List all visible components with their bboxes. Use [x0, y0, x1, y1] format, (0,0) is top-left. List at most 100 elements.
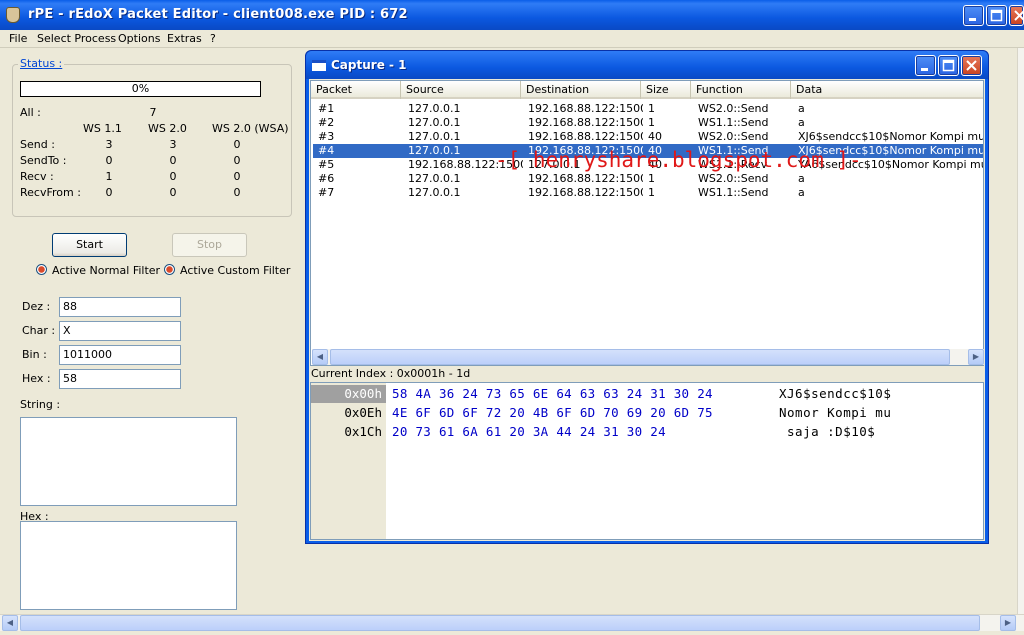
col-ws11: WS 1.1 — [83, 122, 122, 135]
main-scroll-thumb[interactable] — [20, 615, 980, 631]
hex-view[interactable]: 0x00h 58 4A 36 24 73 65 6E 64 63 63 24 31… — [310, 382, 984, 540]
send-ws11: 3 — [105, 138, 113, 151]
recvfrom-wsa: 0 — [233, 186, 241, 199]
dez-input[interactable]: 88 — [59, 297, 181, 317]
progress-bar: 0% — [20, 81, 261, 97]
menu-file[interactable]: File — [9, 32, 27, 45]
maximize-icon — [939, 56, 958, 75]
menu-options[interactable]: Options — [118, 32, 160, 45]
bin-input[interactable]: 1011000 — [59, 345, 181, 365]
sendto-wsa: 0 — [233, 154, 241, 167]
sendto-ws11: 0 — [105, 154, 113, 167]
packet-list-hscroll[interactable]: ◀ ▶ — [312, 349, 984, 365]
packet-function: WS1.1::Send — [698, 186, 769, 199]
window-title: rPE - rEdoX Packet Editor - client008.ex… — [28, 7, 408, 22]
title-bar[interactable]: rPE - rEdoX Packet Editor - client008.ex… — [0, 0, 1024, 30]
normal-filter-radio[interactable] — [36, 264, 47, 275]
sendto-label: SendTo : — [20, 154, 67, 167]
maximize-icon — [987, 6, 1006, 25]
packet-row[interactable]: #3 127.0.0.1 192.168.88.122:1500 40 WS2.0::S… — [313, 130, 983, 144]
char-label: Char : — [22, 324, 56, 337]
packet-size: 1 — [648, 102, 655, 115]
recvfrom-label: RecvFrom : — [20, 186, 81, 199]
packet-source: 127.0.0.1 — [408, 102, 461, 115]
hex-address: 0x00h — [311, 385, 386, 403]
hex-ascii: saja :D$10$ — [779, 424, 876, 439]
scroll-thumb[interactable] — [330, 349, 950, 365]
packet-row[interactable]: #6 127.0.0.1 192.168.88.122:1500 1 WS2.0::Se… — [313, 172, 983, 186]
recvfrom-ws20: 0 — [169, 186, 177, 199]
menu-select-process[interactable]: Select Process — [37, 32, 116, 45]
packet-data: a — [798, 102, 805, 115]
hex-bytes: 4E 6F 6D 6F 72 20 4B 6F 6D 70 69 20 6D 7… — [392, 405, 713, 420]
packet-row[interactable]: #1 127.0.0.1 192.168.88.122:1500 1 WS2.0::Se… — [313, 102, 983, 116]
packet-size: 40 — [648, 130, 662, 143]
custom-filter-radio[interactable] — [164, 264, 175, 275]
capture-title-bar[interactable]: Capture - 1 — [306, 51, 988, 79]
recvfrom-ws11: 0 — [105, 186, 113, 199]
main-scroll-right-icon[interactable]: ▶ — [1000, 615, 1016, 631]
packet-data: a — [798, 172, 805, 185]
menu-extras[interactable]: Extras — [167, 32, 202, 45]
capture-maximize-button[interactable] — [938, 55, 959, 76]
all-label: All : — [20, 106, 41, 119]
capture-window: Capture - 1 Packet Source Destination Si… — [305, 50, 989, 544]
packet-source: 127.0.0.1 — [408, 116, 461, 129]
minimize-icon — [916, 56, 935, 75]
col-size[interactable]: Size — [641, 81, 691, 99]
packet-packet: #4 — [318, 144, 335, 157]
hex-textarea[interactable] — [20, 521, 237, 610]
custom-filter-label: Active Custom Filter — [180, 264, 291, 277]
hex-bytes: 20 73 61 6A 61 20 3A 44 24 31 30 24 — [392, 424, 666, 439]
start-button[interactable]: Start — [52, 233, 127, 257]
col-ws20-wsa: WS 2.0 (WSA) — [212, 122, 289, 135]
hex-input[interactable]: 58 — [59, 369, 181, 389]
recv-ws20: 0 — [169, 170, 177, 183]
packet-packet: #6 — [318, 172, 335, 185]
capture-close-button[interactable] — [961, 55, 982, 76]
send-wsa: 0 — [233, 138, 241, 151]
normal-filter-label: Active Normal Filter — [52, 264, 161, 277]
menu-help[interactable]: ? — [210, 32, 216, 45]
main-scroll-left-icon[interactable]: ◀ — [2, 615, 18, 631]
packet-list[interactable]: Packet Source Destination Size Function … — [310, 80, 984, 366]
stop-button[interactable]: Stop — [172, 233, 247, 257]
string-label: String : — [20, 398, 61, 411]
capture-title: Capture - 1 — [331, 58, 407, 72]
col-destination[interactable]: Destination — [521, 81, 641, 99]
minimize-button[interactable] — [963, 5, 984, 26]
packet-row[interactable]: #2 127.0.0.1 192.168.88.122:1500 1 WS1.1::Se… — [313, 116, 983, 130]
scroll-left-icon[interactable]: ◀ — [312, 349, 328, 365]
packet-data: a — [798, 186, 805, 199]
col-packet[interactable]: Packet — [311, 81, 401, 99]
hex-address: 0x0Eh — [344, 405, 382, 420]
col-data[interactable]: Data — [791, 81, 983, 99]
string-textarea[interactable] — [20, 417, 237, 506]
col-source[interactable]: Source — [401, 81, 521, 99]
char-input[interactable]: X — [59, 321, 181, 341]
main-hscroll[interactable]: ◀ ▶ — [0, 614, 1024, 631]
maximize-button[interactable] — [986, 5, 1007, 26]
hex-row[interactable]: 0x0Eh 4E 6F 6D 6F 72 20 4B 6F 6D 70 69 20… — [311, 404, 983, 422]
hex-ascii: XJ6$sendcc$10$ — [779, 386, 892, 401]
packet-destination: 192.168.88.122:1500 — [528, 102, 643, 115]
hex-row[interactable]: 0x00h 58 4A 36 24 73 65 6E 64 63 63 24 31… — [311, 385, 983, 403]
col-ws20: WS 2.0 — [148, 122, 187, 135]
hex-label: Hex : — [22, 372, 51, 385]
packet-row[interactable]: #7 127.0.0.1 192.168.88.122:1500 1 WS1.1::Se… — [313, 186, 983, 200]
minimize-icon — [964, 6, 983, 25]
sendto-ws20: 0 — [169, 154, 177, 167]
current-index: Current Index : 0x0001h - 1d — [311, 367, 471, 380]
close-button[interactable] — [1009, 5, 1024, 26]
hex-row[interactable]: 0x1Ch 20 73 61 6A 61 20 3A 44 24 31 30 24… — [311, 423, 983, 441]
scroll-right-icon[interactable]: ▶ — [968, 349, 984, 365]
packet-packet: #5 — [318, 158, 335, 171]
capture-minimize-button[interactable] — [915, 55, 936, 76]
packet-destination: 192.168.88.122:1500 — [528, 116, 643, 129]
hex-address: 0x1Ch — [344, 424, 382, 439]
recv-label: Recv : — [20, 170, 54, 183]
menu-bar: File Select Process Options Extras ? — [0, 30, 1024, 48]
col-function[interactable]: Function — [691, 81, 791, 99]
hex-bytes: 58 4A 36 24 73 65 6E 64 63 63 24 31 30 2… — [392, 386, 713, 401]
main-vscroll[interactable] — [1017, 48, 1024, 614]
